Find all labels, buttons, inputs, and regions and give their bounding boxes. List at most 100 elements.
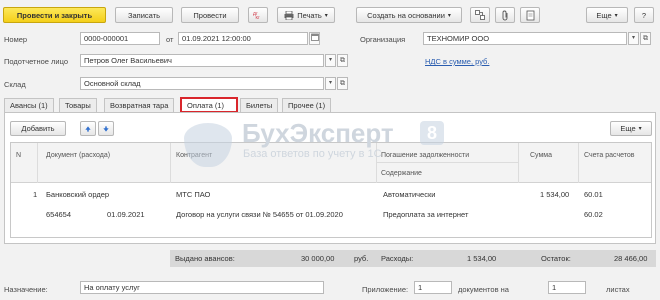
attach-file-button[interactable] (495, 7, 515, 23)
document-structure-button[interactable] (470, 7, 490, 23)
table-more-label: Еще (620, 124, 636, 133)
save-button[interactable]: Записать (115, 7, 173, 23)
journal-entries-button[interactable]: Дт Кт (248, 7, 268, 23)
row-account-1[interactable]: 60.01 (584, 190, 603, 199)
post-button[interactable]: Провести (181, 7, 239, 23)
accountable-person-field[interactable]: Петров Олег Васильевич (80, 54, 324, 67)
person-dropdown-button[interactable]: ▾ (325, 54, 336, 67)
dropdown-arrow-icon: ▾ (614, 12, 618, 19)
document-icon (526, 10, 534, 20)
open-link-icon: ⧉ (643, 35, 648, 42)
tab-tickets[interactable]: Билеты (240, 98, 279, 112)
attachment-label: Приложение: (362, 285, 409, 294)
arrow-down-icon (103, 125, 109, 132)
move-down-button[interactable] (98, 121, 114, 136)
tab-other[interactable]: Прочее (1) (282, 98, 332, 112)
col-header-sum: Сумма (530, 152, 552, 159)
balance-value: 28 466,00 (614, 254, 648, 263)
organization-open-button[interactable]: ⧉ (640, 32, 651, 45)
balance-label: Остаток: (541, 254, 571, 263)
warehouse-field[interactable]: Основной склад (80, 77, 324, 90)
open-link-icon: ⧉ (340, 80, 345, 87)
print-label: Печать (297, 10, 322, 20)
watermark-subtitle: База ответов по учету в 1С (243, 148, 382, 160)
create-based-on-label: Создать на основании (367, 10, 445, 20)
warehouse-dropdown-button[interactable]: ▾ (325, 77, 336, 90)
organization-label: Организация (360, 35, 406, 44)
expenses-value: 1 534,00 (467, 254, 497, 263)
post-and-close-button[interactable]: Провести и закрыть (3, 7, 106, 23)
arrow-up-icon (85, 125, 91, 132)
post-and-close-label: Провести и закрыть (16, 10, 93, 20)
purpose-field[interactable]: На оплату услуг (80, 281, 324, 294)
tab-payment[interactable]: Оплата (1) (180, 97, 238, 113)
dropdown-arrow-icon: ▾ (324, 12, 328, 19)
tab-advances[interactable]: Авансы (1) (4, 98, 54, 112)
chevron-down-icon: ▾ (328, 57, 332, 63)
row-contractor[interactable]: МТС ПАО (176, 190, 210, 199)
row-account-2[interactable]: 60.02 (584, 210, 603, 219)
save-label: Записать (127, 10, 161, 20)
create-based-on-button[interactable]: Создать на основании ▾ (356, 7, 462, 23)
chevron-down-icon: ▾ (328, 80, 332, 86)
move-up-button[interactable] (80, 121, 96, 136)
chevron-down-icon: ▾ (631, 35, 635, 41)
col-header-account: Счета расчетов (584, 152, 635, 159)
vat-amount-link[interactable]: НДС в сумме, руб. (425, 57, 489, 66)
col-header-content: Содержание (381, 170, 422, 177)
tab-returnable-packaging[interactable]: Возвратная тара (104, 98, 175, 112)
grid-divider (37, 143, 38, 183)
calendar-icon (310, 33, 319, 41)
grid-divider (518, 143, 519, 183)
row-repayment[interactable]: Автоматически (383, 190, 435, 199)
dt-kt-icon: ДтКт (253, 11, 260, 20)
help-label: ? (641, 10, 647, 20)
row-sum[interactable]: 1 534,00 (540, 190, 569, 199)
paperclip-icon (502, 10, 507, 20)
svg-text:Кт: Кт (256, 15, 260, 20)
number-field[interactable]: 0000-000001 (80, 32, 160, 45)
open-link-icon: ⧉ (340, 57, 345, 64)
col-header-n: N (16, 152, 22, 159)
help-button[interactable]: ? (634, 7, 654, 23)
more-button[interactable]: Еще ▾ (586, 7, 628, 23)
watermark-brand: БухЭксперт (242, 118, 394, 148)
sheets-count-field[interactable]: 1 (548, 281, 586, 294)
row-document-number[interactable]: 654654 (46, 210, 71, 219)
number-label: Номер (4, 35, 28, 44)
row-document-type[interactable]: Банковский ордер (46, 190, 109, 199)
warehouse-label: Склад (4, 80, 26, 89)
more-label: Еще (596, 10, 612, 20)
grid-divider (377, 162, 518, 163)
sheets-label: листах (606, 285, 630, 294)
grid-divider (170, 143, 171, 183)
row-document-date[interactable]: 01.09.2021 (107, 210, 145, 219)
dropdown-arrow-icon: ▾ (638, 126, 642, 132)
tab-goods[interactable]: Товары (59, 98, 97, 112)
grid-divider (578, 143, 579, 183)
row-number: 1 (33, 190, 38, 199)
row-content[interactable]: Предоплата за интернет (383, 210, 468, 219)
documents-on-label: документов на (458, 285, 509, 294)
col-header-repayment: Погашение задолженности (381, 152, 470, 159)
copy-button[interactable] (520, 7, 540, 23)
date-field[interactable]: 01.09.2021 12:00:00 (178, 32, 308, 45)
dropdown-arrow-icon: ▾ (447, 12, 451, 19)
issued-advances-label: Выдано авансов: (175, 254, 235, 263)
person-open-button[interactable]: ⧉ (337, 54, 348, 67)
print-button[interactable]: Печать ▾ (277, 7, 335, 23)
add-row-button[interactable]: Добавить (10, 121, 66, 136)
organization-field[interactable]: ТЕХНОМИР ООО (423, 32, 627, 45)
watermark-digit: 8 (420, 121, 444, 145)
purpose-label: Назначение: (4, 285, 48, 294)
calendar-button[interactable] (309, 32, 320, 45)
col-header-document: Документ (расхода) (46, 152, 111, 159)
table-more-button[interactable]: Еще ▾ (610, 121, 652, 136)
structure-icon (475, 10, 485, 20)
organization-dropdown-button[interactable]: ▾ (628, 32, 639, 45)
row-contract[interactable]: Договор на услуги связи № 54655 от 01.09… (176, 210, 343, 219)
attachment-count-field[interactable]: 1 (414, 281, 452, 294)
date-from-label: от (166, 35, 174, 44)
currency-label: руб. (354, 254, 369, 263)
warehouse-open-button[interactable]: ⧉ (337, 77, 348, 90)
